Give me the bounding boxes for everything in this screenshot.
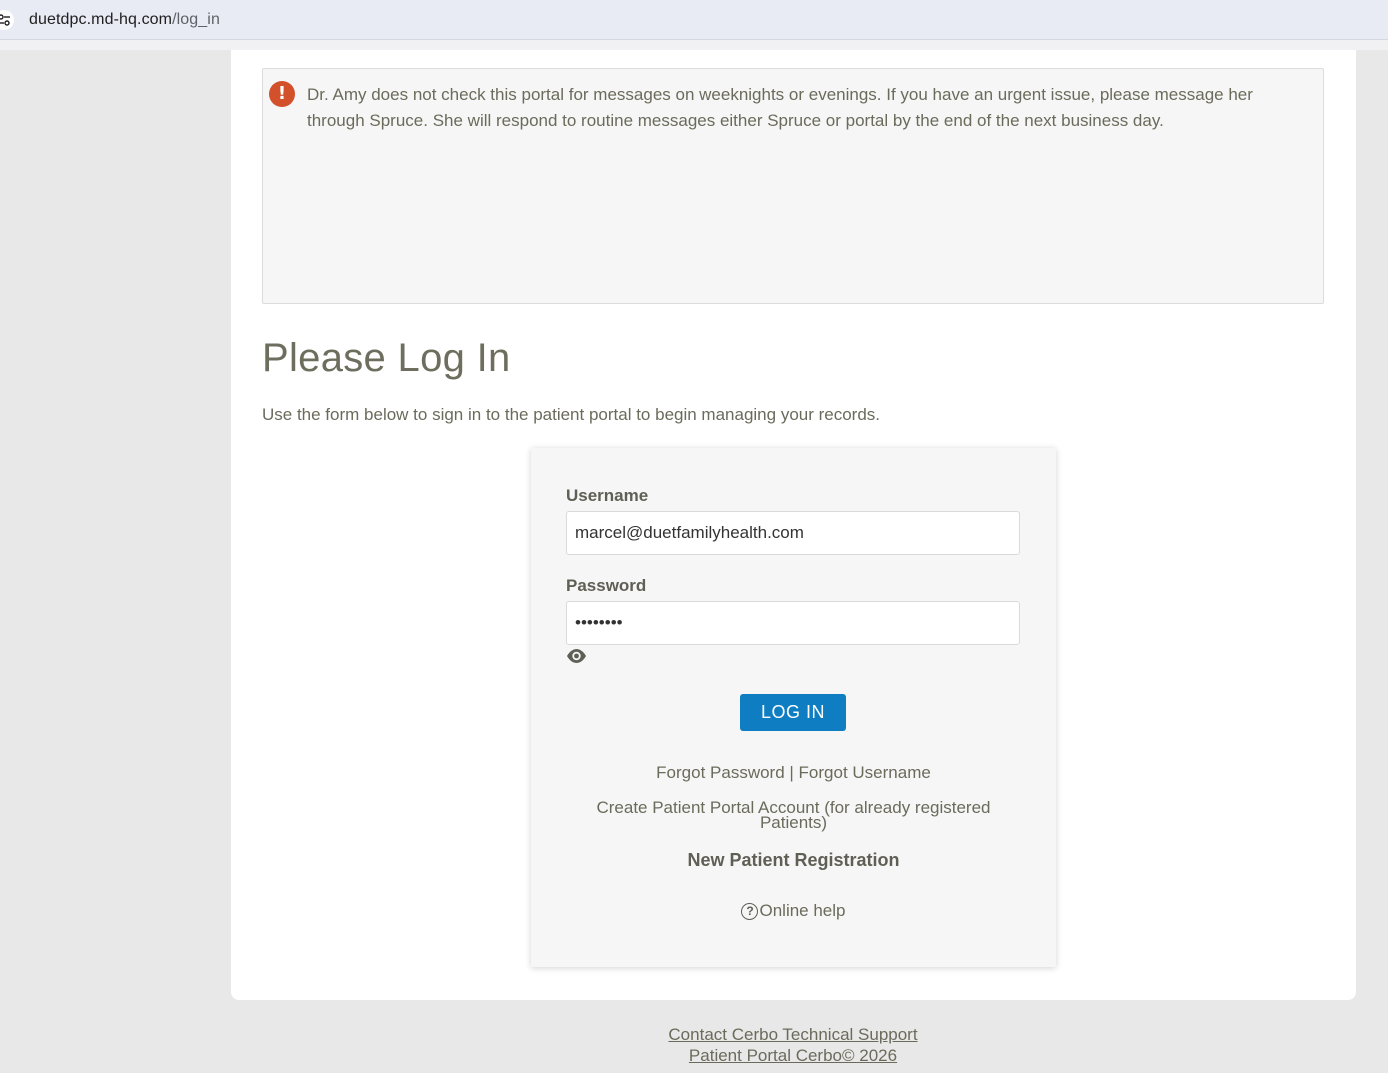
create-account-link[interactable]: Create Patient Portal Account (for alrea… <box>571 799 1016 831</box>
question-circle-icon: ? <box>741 903 759 920</box>
username-label: Username <box>566 486 649 505</box>
intro-text: Use the form below to sign in to the pat… <box>262 405 881 424</box>
login-form: Username Password LOG IN Forgot Password… <box>531 448 1056 967</box>
notice-text: Dr. Amy does not check this portal for m… <box>307 85 1253 130</box>
online-help-label: Online help <box>759 901 846 920</box>
url-field[interactable]: duetdpc.md-hq.com/log_in <box>29 11 220 29</box>
alert-circle-icon: ! <box>269 81 295 107</box>
eye-icon[interactable] <box>566 648 587 664</box>
password-label: Password <box>566 576 647 595</box>
url-path: /log_in <box>172 11 220 28</box>
page-title: Please Log In <box>262 336 511 380</box>
contact-support-link[interactable]: Contact Cerbo Technical Support <box>668 1025 917 1044</box>
portal-notice: ! Dr. Amy does not check this portal for… <box>262 68 1324 304</box>
forgot-password-link[interactable]: Forgot Password <box>656 763 785 782</box>
new-patient-registration-link[interactable]: New Patient Registration <box>531 850 1056 871</box>
tune-icon[interactable] <box>0 10 14 30</box>
footer: Contact Cerbo Technical Support Patient … <box>0 1024 1388 1066</box>
toolbar-divider <box>0 40 1388 50</box>
browser-address-bar: duetdpc.md-hq.com/log_in <box>0 0 1388 40</box>
online-help-link[interactable]: ? Online help <box>531 901 1056 921</box>
url-host: duetdpc.md-hq.com <box>29 11 173 28</box>
username-input[interactable] <box>566 511 1020 555</box>
main-card: ! Dr. Amy does not check this portal for… <box>231 50 1356 1000</box>
forgot-links: Forgot Password | Forgot Username <box>531 763 1056 783</box>
log-in-button[interactable]: LOG IN <box>740 694 846 731</box>
link-separator: | <box>784 763 799 782</box>
forgot-username-link[interactable]: Forgot Username <box>799 763 931 782</box>
copyright-link[interactable]: Patient Portal Cerbo© 2026 <box>689 1046 897 1065</box>
password-input[interactable] <box>566 601 1020 645</box>
